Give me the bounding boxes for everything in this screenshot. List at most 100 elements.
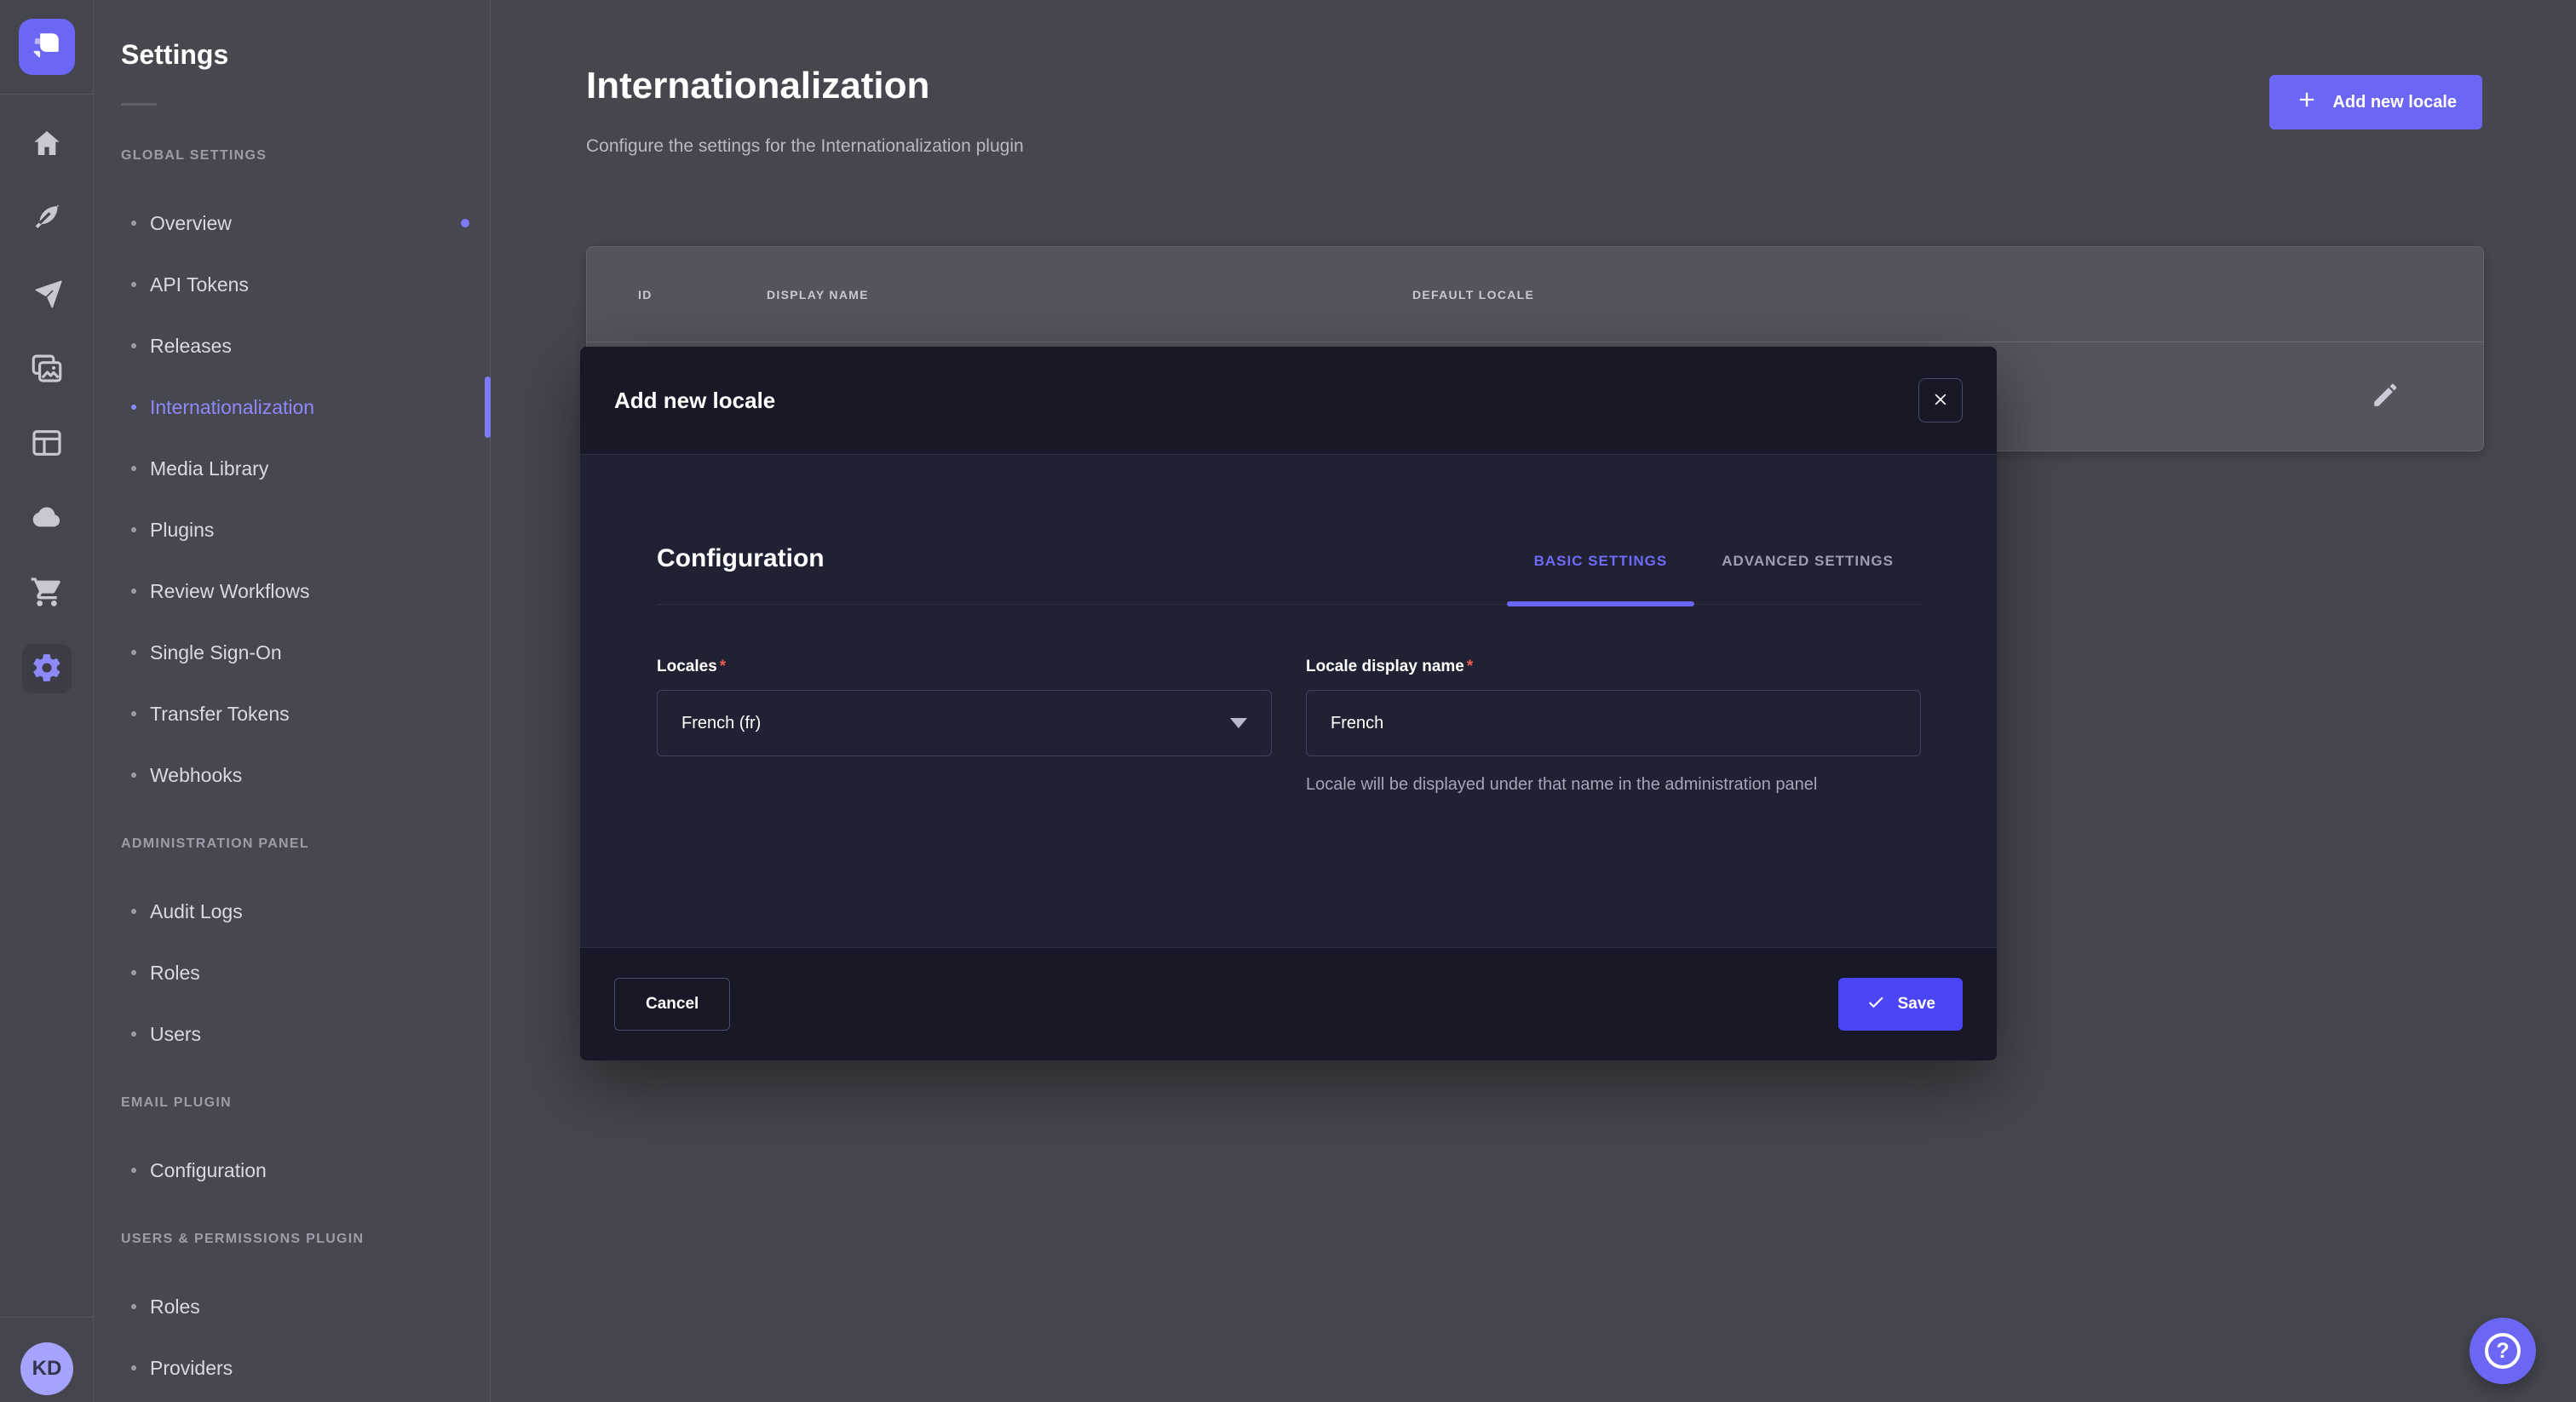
required-asterisk: *: [720, 658, 726, 675]
section-label: GLOBAL SETTINGS: [121, 148, 490, 164]
display-name-input[interactable]: [1306, 690, 1921, 756]
help-button[interactable]: ?: [2470, 1318, 2536, 1384]
sidebar-title-rule: [121, 103, 157, 106]
sidebar-item-media-library[interactable]: Media Library: [94, 438, 490, 499]
sidebar-item-admin-roles[interactable]: Roles: [94, 942, 490, 1003]
gear-icon: [31, 652, 63, 687]
sidebar-item-review-workflows[interactable]: Review Workflows: [94, 560, 490, 622]
display-name-label: Locale display name*: [1306, 658, 1921, 676]
strapi-logo-icon: [28, 26, 66, 68]
sidebar-item-label: Configuration: [150, 1159, 267, 1182]
sidebar-item-releases[interactable]: Releases: [94, 315, 490, 376]
section-administration-panel: ADMINISTRATION PANEL Audit Logs Roles Us…: [94, 836, 490, 1065]
column-default-locale: DEFAULT LOCALE: [1412, 288, 2483, 302]
configuration-title: Configuration: [657, 544, 825, 573]
feather-icon: [30, 202, 64, 238]
column-display-name: DISPLAY NAME: [767, 288, 1412, 302]
marketplace-nav-button[interactable]: [27, 573, 66, 612]
page-title: Internationalization: [586, 65, 929, 107]
sidebar-item-email-configuration[interactable]: Configuration: [94, 1140, 490, 1201]
content-manager-nav-button[interactable]: [27, 200, 66, 239]
locales-select[interactable]: French (fr): [657, 690, 1272, 756]
save-button[interactable]: Save: [1838, 978, 1963, 1031]
sidebar-item-label: Audit Logs: [150, 900, 243, 923]
bullet-icon: [131, 1365, 136, 1370]
home-nav-button[interactable]: [27, 125, 66, 164]
release-nav-button[interactable]: [27, 276, 66, 315]
settings-nav-button[interactable]: [22, 644, 72, 693]
section-global-settings: GLOBAL SETTINGS Overview API Tokens Rele…: [94, 148, 490, 806]
sidebar-item-internationalization[interactable]: Internationalization: [94, 376, 490, 438]
modal-header: Add new locale: [580, 347, 1997, 455]
main-nav-rail: KD: [0, 0, 94, 1402]
section-label: ADMINISTRATION PANEL: [121, 836, 490, 852]
page-subtitle: Configure the settings for the Internati…: [586, 136, 1024, 157]
add-new-locale-button[interactable]: Add new locale: [2269, 75, 2482, 129]
sidebar-item-webhooks[interactable]: Webhooks: [94, 744, 490, 806]
modal-close-button[interactable]: [1918, 378, 1963, 422]
sidebar-item-api-tokens[interactable]: API Tokens: [94, 254, 490, 315]
sidebar-item-label: Releases: [150, 335, 232, 358]
sidebar-item-label: Providers: [150, 1357, 233, 1380]
deploy-cloud-nav-button[interactable]: [27, 498, 66, 537]
bullet-icon: [131, 970, 136, 975]
display-name-field: Locale display name* Locale will be disp…: [1306, 658, 1921, 814]
rail-bottom-divider: [0, 1317, 94, 1318]
modal-title: Add new locale: [614, 388, 775, 414]
bullet-icon: [131, 909, 136, 914]
app-root: KD Settings GLOBAL SETTINGS Overview API…: [0, 0, 2576, 1402]
modal-body: Configuration BASIC SETTINGS ADVANCED SE…: [580, 455, 1997, 947]
strapi-logo[interactable]: [19, 19, 75, 75]
pictures-icon: [29, 351, 65, 389]
required-asterisk: *: [1467, 658, 1473, 675]
sidebar-item-up-roles[interactable]: Roles: [94, 1276, 490, 1337]
sidebar-item-label: Overview: [150, 212, 232, 235]
content-type-builder-nav-button[interactable]: [27, 424, 66, 463]
cloud-icon: [29, 499, 65, 537]
media-library-nav-button[interactable]: [27, 350, 66, 389]
bullet-icon: [131, 527, 136, 532]
pencil-icon: [2370, 380, 2401, 413]
sidebar-item-label: Internationalization: [150, 396, 314, 419]
avatar-initials: KD: [32, 1357, 62, 1381]
sidebar-item-label: Plugins: [150, 519, 214, 542]
sidebar-item-single-sign-on[interactable]: Single Sign-On: [94, 622, 490, 683]
locales-select-value: French (fr): [681, 714, 761, 733]
sidebar-item-label: Webhooks: [150, 764, 242, 787]
check-icon: [1866, 991, 1886, 1017]
sidebar-item-label: Transfer Tokens: [150, 703, 290, 726]
bullet-icon: [131, 1168, 136, 1173]
sidebar-item-admin-users[interactable]: Users: [94, 1003, 490, 1065]
bullet-icon: [131, 711, 136, 716]
section-email-plugin: EMAIL PLUGIN Configuration: [94, 1095, 490, 1201]
edit-locale-button[interactable]: [2366, 377, 2405, 417]
bullet-icon: [131, 343, 136, 348]
bullet-icon: [131, 1031, 136, 1037]
locales-table-header: ID DISPLAY NAME DEFAULT LOCALE: [587, 247, 2483, 342]
tab-basic-settings[interactable]: BASIC SETTINGS: [1507, 553, 1695, 604]
display-name-hint: Locale will be displayed under that name…: [1306, 772, 1868, 797]
add-new-locale-label: Add new locale: [2332, 93, 2457, 112]
tab-advanced-settings[interactable]: ADVANCED SETTINGS: [1694, 553, 1921, 604]
rail-divider: [0, 94, 94, 95]
sidebar-item-audit-logs[interactable]: Audit Logs: [94, 881, 490, 942]
sidebar-item-label: Roles: [150, 962, 200, 985]
chevron-down-icon: [1230, 718, 1247, 728]
sidebar-item-label: Users: [150, 1023, 201, 1046]
sidebar-title: Settings: [121, 39, 490, 71]
section-users-permissions-plugin: USERS & PERMISSIONS PLUGIN Roles Provide…: [94, 1232, 490, 1399]
sidebar-item-overview[interactable]: Overview: [94, 192, 490, 254]
sidebar-item-plugins[interactable]: Plugins: [94, 499, 490, 560]
cancel-button[interactable]: Cancel: [614, 978, 730, 1031]
bullet-icon: [131, 221, 136, 226]
column-id: ID: [638, 288, 767, 302]
notification-dot: [461, 219, 469, 227]
sidebar-item-transfer-tokens[interactable]: Transfer Tokens: [94, 683, 490, 744]
layout-icon: [30, 426, 64, 463]
user-avatar[interactable]: KD: [20, 1342, 73, 1395]
home-icon: [30, 127, 64, 164]
settings-tabs: BASIC SETTINGS ADVANCED SETTINGS: [1507, 553, 1921, 604]
sidebar-item-up-providers[interactable]: Providers: [94, 1337, 490, 1399]
bullet-icon: [131, 405, 136, 410]
bullet-icon: [131, 1304, 136, 1309]
